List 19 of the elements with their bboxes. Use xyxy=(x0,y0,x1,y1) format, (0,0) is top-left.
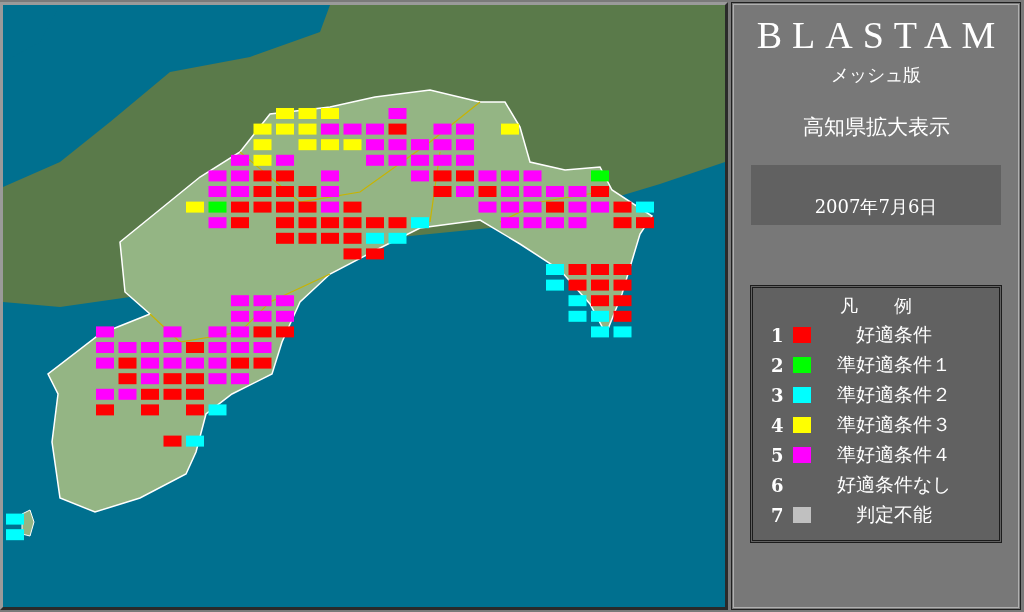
legend-number: 1 xyxy=(771,324,785,346)
legend-label: 準好適条件２ xyxy=(836,382,952,407)
app-title: BLASTAM xyxy=(755,13,1006,57)
legend-title: 凡 例 xyxy=(840,294,912,318)
legend-label: 好適条件なし xyxy=(836,472,952,497)
legend-label: 判定不能 xyxy=(855,502,933,527)
legend-label: 好適条件 xyxy=(855,322,933,347)
legend-number: 6 xyxy=(771,474,785,496)
legend-number: 7 xyxy=(771,504,785,526)
region-label: 高知県拡大表示 xyxy=(802,114,950,141)
legend-label: 準好適条件４ xyxy=(836,442,952,467)
legend-number: 2 xyxy=(771,354,785,376)
date-label: 2007年7月6日 xyxy=(814,195,938,219)
legend-number: 5 xyxy=(771,444,785,466)
legend-number: 3 xyxy=(771,384,785,406)
app-subtitle: メッシュ版 xyxy=(831,63,921,87)
legend-label: 準好適条件１ xyxy=(836,352,952,377)
legend-number: 4 xyxy=(771,414,785,436)
legend-label: 準好適条件３ xyxy=(836,412,952,437)
